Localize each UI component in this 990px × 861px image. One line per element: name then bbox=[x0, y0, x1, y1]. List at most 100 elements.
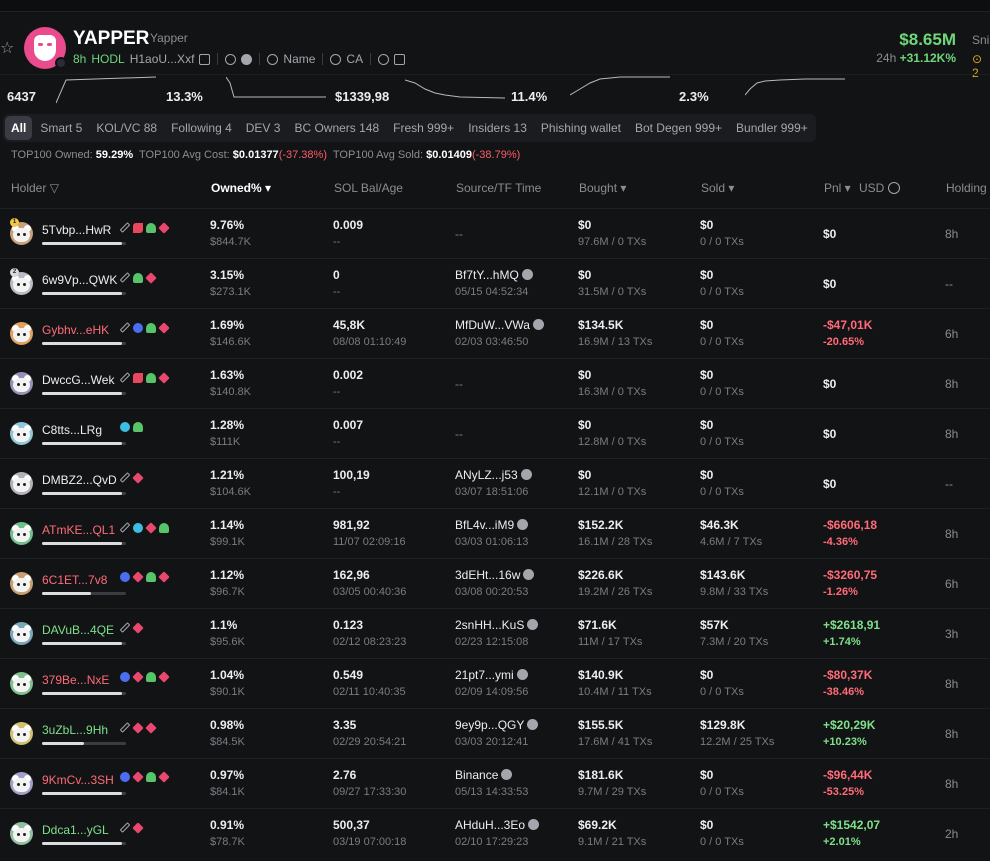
table-row[interactable]: 9KmCv...3SH 0.97% $84.1K 2.76 09/27 17:33:30… bbox=[0, 758, 990, 808]
tab-6[interactable]: Fresh 999+ bbox=[387, 116, 460, 140]
pnl-percent: +1.74% bbox=[823, 636, 861, 648]
share-icon[interactable] bbox=[378, 53, 390, 65]
source-icon bbox=[501, 769, 513, 780]
funding-source[interactable]: BfL4v...iM9 bbox=[455, 518, 529, 532]
currency-switch-icon[interactable] bbox=[887, 182, 900, 194]
holder-address[interactable]: 3uZbL...9Hh bbox=[42, 723, 108, 737]
holder-address[interactable]: 5Tvbp...HwR bbox=[42, 223, 111, 237]
copy-icon[interactable] bbox=[199, 53, 211, 65]
table-row[interactable]: DAVuB...4QE 1.1% $95.6K 0.123 02/12 08:23:23… bbox=[0, 608, 990, 658]
sold-detail: 4.6M / 7 TXs bbox=[700, 536, 763, 548]
holder-address[interactable]: 379Be...NxE bbox=[42, 673, 109, 687]
ca-search-link[interactable]: CA bbox=[346, 52, 363, 66]
tab-10[interactable]: Bundler 999+ bbox=[730, 116, 814, 140]
sold-usd: $0 bbox=[700, 268, 714, 282]
search-icon[interactable] bbox=[267, 53, 279, 65]
table-row[interactable]: 2 6w9Vp...QWK 3.15% $273.1K 0 -- Bf7tY...hMQ 05… bbox=[0, 258, 990, 308]
funding-source[interactable]: ANyLZ...j53 bbox=[455, 468, 532, 482]
pnl-usd: -$3260,75 bbox=[823, 568, 878, 582]
table-row[interactable]: 6C1ET...7v8 1.12% $96.7K 162,96 03/05 00:40:… bbox=[0, 558, 990, 608]
favorite-star-icon[interactable]: ☆ bbox=[0, 38, 14, 58]
holder-address[interactable]: DAVuB...4QE bbox=[42, 623, 114, 637]
bought-usd: $71.6K bbox=[578, 618, 617, 632]
sold-detail: 0 / 0 TXs bbox=[700, 836, 744, 848]
edit-icon[interactable] bbox=[119, 622, 131, 633]
funding-source[interactable]: 2snHH...KuS bbox=[455, 618, 539, 632]
table-row[interactable]: 379Be...NxE 1.04% $90.1K 0.549 02/11 10:40:3… bbox=[0, 658, 990, 708]
twitter-icon[interactable] bbox=[241, 53, 253, 65]
funding-source[interactable]: Bf7tY...hMQ bbox=[455, 268, 533, 282]
holder-address[interactable]: 6w9Vp...QWK bbox=[42, 273, 117, 287]
crown-icon[interactable] bbox=[394, 53, 406, 65]
col-sol-bal[interactable]: SOL Bal/Age bbox=[334, 181, 403, 195]
sold-usd: $0 bbox=[700, 318, 714, 332]
wallet-age: -- bbox=[333, 486, 341, 498]
owned-usd: $84.1K bbox=[210, 786, 245, 798]
col-sold[interactable]: Sold ▾ bbox=[701, 181, 734, 195]
edit-icon[interactable] bbox=[119, 522, 131, 533]
website-icon[interactable] bbox=[225, 53, 237, 65]
table-row[interactable]: C8tts...LRg 1.28% $111K 0.007 -- -- $0 12.8M / … bbox=[0, 408, 990, 458]
col-holder[interactable]: Holder ▽ bbox=[11, 181, 59, 195]
col-bought[interactable]: Bought ▾ bbox=[579, 181, 626, 195]
holder-address[interactable]: ATmKE...QL1 bbox=[42, 523, 115, 537]
search-ca-icon[interactable] bbox=[330, 53, 342, 65]
table-row[interactable]: Ddca1...yGL 0.91% $78.7K 500,37 03/19 07:00:… bbox=[0, 808, 990, 858]
bought-detail: 9.7M / 29 TXs bbox=[578, 786, 647, 798]
funding-source[interactable]: MfDuW...VWa bbox=[455, 318, 544, 332]
table-row[interactable]: DMBZ2...QvD 1.21% $104.6K 100,19 -- ANyLZ...j… bbox=[0, 458, 990, 508]
edit-icon[interactable] bbox=[119, 472, 131, 483]
owned-usd: $90.1K bbox=[210, 686, 245, 698]
edit-icon[interactable] bbox=[119, 222, 131, 233]
top100-summary: TOP100 Owned: 59.29% TOP100 Avg Cost: $0… bbox=[11, 149, 520, 161]
token-meta-row: 8h HODL H1aoU...Xxf Name CA bbox=[73, 52, 406, 66]
sold-detail: 0 / 0 TXs bbox=[700, 336, 744, 348]
funding-source[interactable]: AHduH...3Eo bbox=[455, 818, 540, 832]
col-holding[interactable]: Holding D bbox=[946, 181, 990, 195]
filter-icon[interactable]: ▽ bbox=[50, 181, 59, 195]
table-row[interactable]: DwccG...Wek 1.63% $140.8K 0.002 -- -- $0 16.3M … bbox=[0, 358, 990, 408]
tab-4[interactable]: DEV 3 bbox=[240, 116, 287, 140]
holder-address[interactable]: 6C1ET...7v8 bbox=[42, 573, 107, 587]
name-search-link[interactable]: Name bbox=[283, 52, 315, 66]
col-owned[interactable]: Owned% ▾ bbox=[211, 181, 271, 195]
holder-address[interactable]: DwccG...Wek bbox=[42, 373, 114, 387]
sold-usd: $0 bbox=[700, 468, 714, 482]
col-pnl[interactable]: Pnl ▾ bbox=[824, 181, 851, 195]
tab-1[interactable]: Smart 5 bbox=[34, 116, 88, 140]
tab-3[interactable]: Following 4 bbox=[165, 116, 238, 140]
funding-source[interactable]: 3dEHt...16w bbox=[455, 568, 535, 582]
col-source[interactable]: Source/TF Time bbox=[456, 181, 541, 195]
dev-icon bbox=[133, 222, 143, 233]
tab-5[interactable]: BC Owners 148 bbox=[288, 116, 385, 140]
holder-address[interactable]: Gybhv...eHK bbox=[42, 323, 109, 337]
holder-address[interactable]: Ddca1...yGL bbox=[42, 823, 109, 837]
edit-icon[interactable] bbox=[119, 722, 131, 733]
holder-address[interactable]: 9KmCv...3SH bbox=[42, 773, 114, 787]
holder-address[interactable]: C8tts...LRg bbox=[42, 423, 102, 437]
source-icon bbox=[527, 719, 539, 730]
price-change: 24h +31.12K% bbox=[876, 51, 956, 65]
edit-icon[interactable] bbox=[119, 372, 131, 383]
tab-9[interactable]: Bot Degen 999+ bbox=[629, 116, 728, 140]
table-row[interactable]: 3uZbL...9Hh 0.98% $84.5K 3.35 02/29 20:54:21… bbox=[0, 708, 990, 758]
avg-sold-change: (-38.79%) bbox=[471, 149, 521, 161]
pnl-usd: $0 bbox=[823, 477, 837, 491]
tab-7[interactable]: Insiders 13 bbox=[462, 116, 533, 140]
table-row[interactable]: 1 5Tvbp...HwR 9.76% $844.7K 0.009 -- -- $0 97.6M… bbox=[0, 208, 990, 258]
tab-2[interactable]: KOL/VC 88 bbox=[90, 116, 163, 140]
usd-toggle[interactable]: USD bbox=[859, 181, 900, 195]
table-row[interactable]: Gybhv...eHK 1.69% $146.6K 45,8K 08/08 01:10:… bbox=[0, 308, 990, 358]
edit-icon[interactable] bbox=[119, 822, 131, 833]
tab-0[interactable]: All bbox=[5, 116, 33, 140]
holder-avatar bbox=[10, 672, 33, 695]
edit-icon[interactable] bbox=[119, 272, 131, 283]
funding-source[interactable]: 21pt7...ymi bbox=[455, 668, 528, 682]
funding-source[interactable]: Binance bbox=[455, 768, 513, 782]
tab-8[interactable]: Phishing wallet bbox=[535, 116, 627, 140]
funding-source[interactable]: 9ey9p...QGY bbox=[455, 718, 539, 732]
table-row[interactable]: ATmKE...QL1 1.14% $99.1K 981,92 11/07 02:09:… bbox=[0, 508, 990, 558]
holder-address[interactable]: DMBZ2...QvD bbox=[42, 473, 117, 487]
tag-icon bbox=[132, 771, 144, 783]
edit-icon[interactable] bbox=[119, 322, 131, 333]
